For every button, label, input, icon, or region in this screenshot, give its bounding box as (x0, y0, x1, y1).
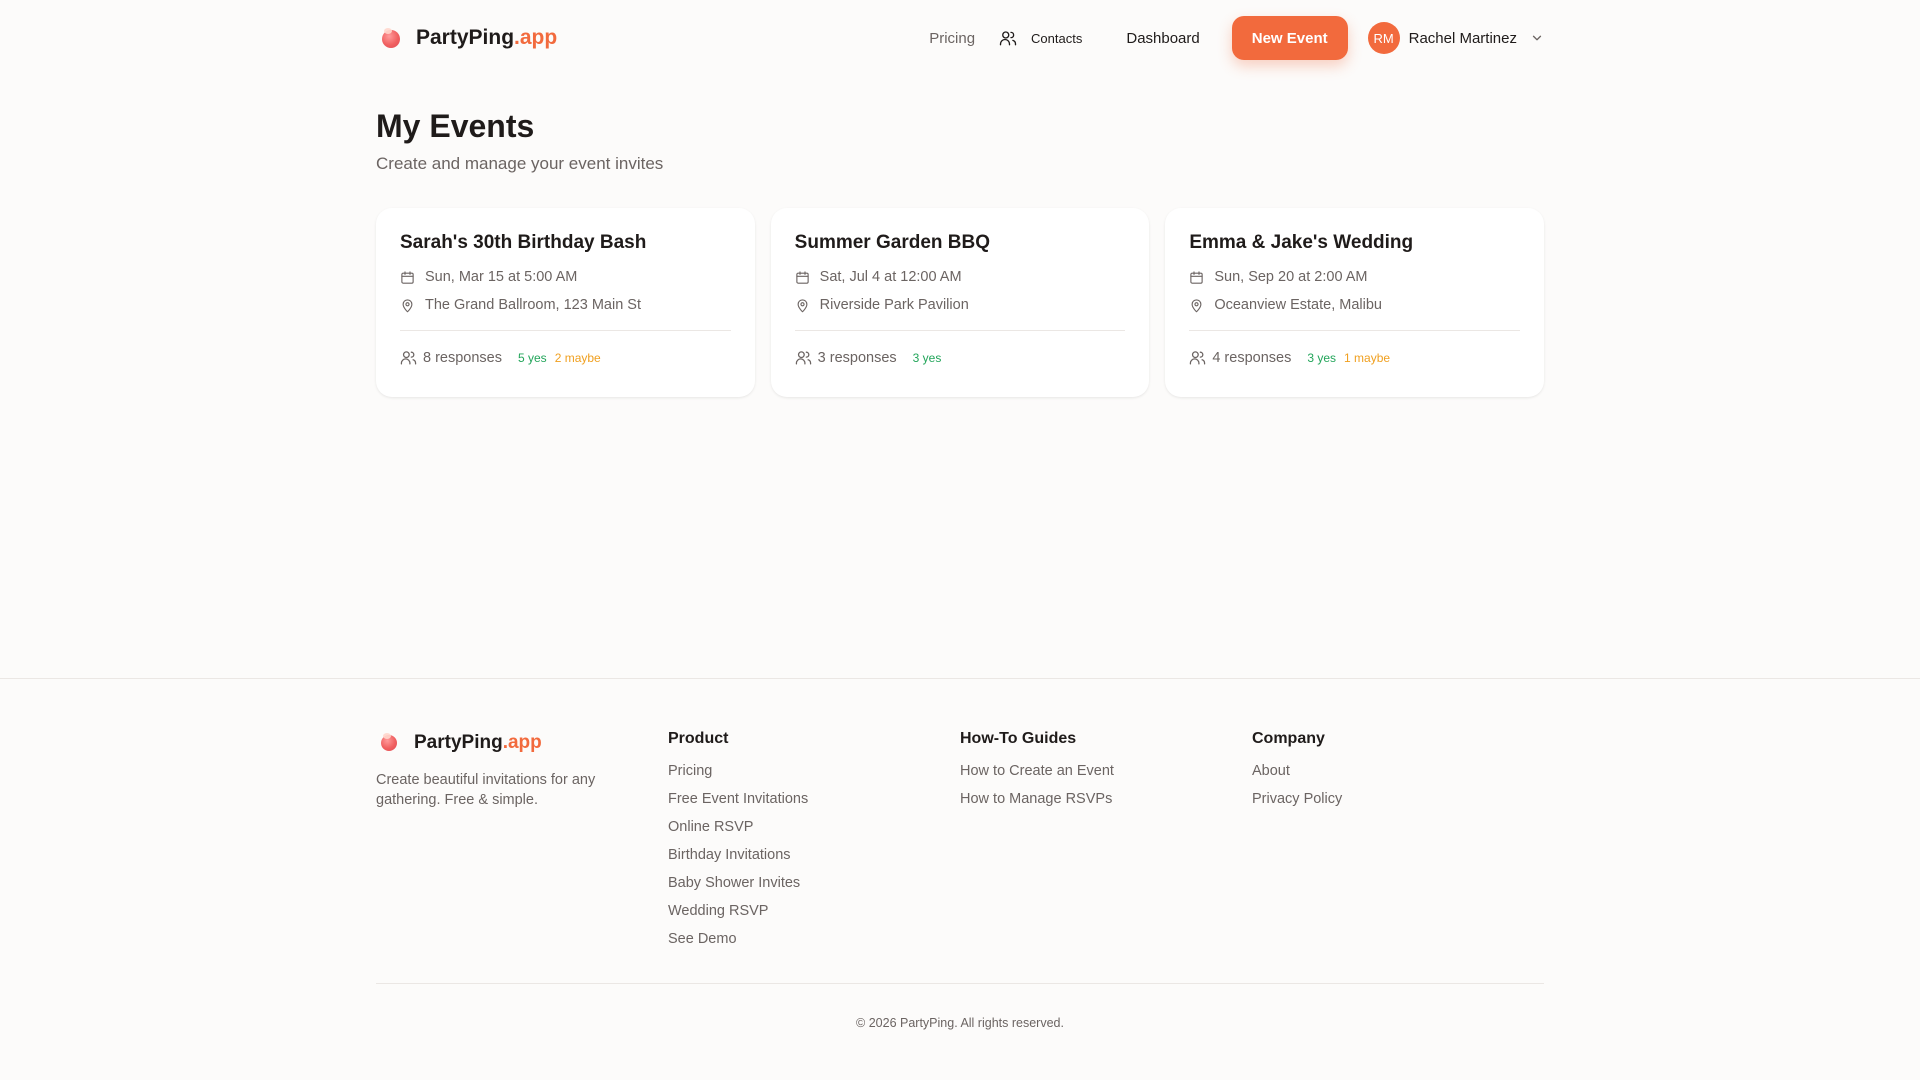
nav-dashboard-link[interactable]: Dashboard (1126, 30, 1199, 47)
footer-brand: PartyPing.app Create beautiful invitatio… (376, 730, 668, 958)
nav-contacts-label: Contacts (1031, 30, 1083, 46)
users-icon (999, 31, 1017, 46)
event-responses: 4 responses 3 yes 1 maybe (1189, 349, 1520, 366)
calendar-icon (401, 270, 414, 284)
card-divider (400, 330, 731, 331)
event-location-text: Riverside Park Pavilion (819, 297, 969, 313)
users-icon (400, 351, 417, 365)
chevron-down-icon (1526, 31, 1544, 45)
copyright: © 2026 PartyPing. All rights reserved. (856, 1016, 1064, 1030)
user-name: Rachel Martinez (1408, 29, 1517, 47)
footer-bottom-divider (376, 983, 1544, 984)
event-date-text: Sun, Sep 20 at 2:00 AM (1214, 269, 1368, 285)
footer-heading: Company (1252, 730, 1325, 747)
event-date: Sat, Jul 4 at 12:00 AM (795, 268, 1126, 286)
event-location: Riverside Park Pavilion (795, 296, 1126, 314)
yes-count: 3 yes (1307, 350, 1337, 365)
logo-text: PartyPing.app (414, 732, 542, 753)
card-divider (1189, 330, 1521, 331)
footer-link-wedding-rsvp[interactable]: Wedding RSVP (668, 902, 960, 930)
footer-product: Product Pricing Free Event Invitations O… (668, 730, 960, 958)
page-subtitle: Create and manage your event invites (376, 154, 664, 173)
responses-count: 4 responses (1212, 349, 1292, 366)
users-icon (1190, 351, 1206, 365)
main-nav: Pricing Contacts Dashboard New Event RM … (929, 16, 1544, 60)
event-date: Sun, Sep 20 at 2:00 AM (1189, 268, 1520, 286)
calendar-icon (795, 270, 809, 284)
footer-link-privacy[interactable]: Privacy Policy (1252, 790, 1544, 818)
footer-company: Company About Privacy Policy (1252, 730, 1544, 958)
event-date-text: Sat, Jul 4 at 12:00 AM (819, 269, 962, 285)
event-card[interactable]: Summer Garden BBQ Sat, Jul 4 at 12:00 AM… (770, 208, 1150, 397)
event-responses: 8 responses 5 yes 2 maybe (400, 349, 731, 366)
logo-text: PartyPing.app (416, 26, 558, 49)
avatar: RM (1367, 22, 1400, 54)
yes-count: 5 yes (518, 350, 547, 365)
logo[interactable]: PartyPing.app (376, 24, 557, 52)
map-pin-icon (402, 298, 413, 312)
page-title: My Events (376, 108, 535, 144)
footer-link-free-invitations[interactable]: Free Event Invitations (668, 790, 960, 818)
calendar-icon (1190, 270, 1204, 284)
footer-divider (0, 678, 1920, 679)
event-date: Sun, Mar 15 at 5:00 AM (400, 268, 731, 286)
event-card[interactable]: Emma & Jake's Wedding Sun, Sep 20 at 2:0… (1165, 208, 1545, 397)
event-location: The Grand Ballroom, 123 Main St (400, 296, 731, 314)
new-event-button[interactable]: New Event (1231, 16, 1348, 60)
event-date-text: Sun, Mar 15 at 5:00 AM (425, 269, 578, 285)
responses-count: 8 responses (423, 349, 502, 366)
maybe-count: 1 maybe (1344, 350, 1391, 365)
peach-logo-icon (376, 24, 404, 52)
footer-link-manage-rsvps[interactable]: How to Manage RSVPs (960, 790, 1252, 818)
footer-link-see-demo[interactable]: See Demo (668, 930, 960, 958)
map-pin-icon (797, 298, 808, 312)
site-header: PartyPing.app Pricing Contacts Dashboard… (376, 0, 1544, 76)
event-title: Emma & Jake's Wedding (1189, 232, 1414, 253)
site-footer: PartyPing.app Create beautiful invitatio… (376, 730, 1544, 958)
footer-heading: How-To Guides (960, 730, 1077, 747)
footer-description: Create beautiful invitations for any gat… (376, 772, 596, 808)
peach-logo-icon (376, 730, 402, 756)
event-title: Sarah's 30th Birthday Bash (400, 232, 647, 253)
card-divider (794, 330, 1126, 331)
event-title: Summer Garden BBQ (794, 232, 990, 253)
event-location-text: The Grand Ballroom, 123 Main St (425, 297, 641, 313)
event-list: Sarah's 30th Birthday Bash Sun, Mar 15 a… (376, 208, 1545, 397)
footer-link-birthday[interactable]: Birthday Invitations (668, 846, 960, 874)
event-responses: 3 responses 3 yes (795, 349, 1126, 366)
nav-contacts-link[interactable]: Contacts (999, 29, 1082, 47)
footer-link-baby-shower[interactable]: Baby Shower Invites (668, 874, 960, 902)
user-menu[interactable]: RM Rachel Martinez (1367, 22, 1544, 54)
maybe-count: 2 maybe (554, 350, 601, 365)
event-location-text: Oceanview Estate, Malibu (1214, 297, 1382, 313)
nav-pricing-link[interactable]: Pricing (929, 30, 975, 47)
map-pin-icon (1191, 298, 1202, 312)
yes-count: 3 yes (912, 350, 942, 365)
footer-link-create-event[interactable]: How to Create an Event (960, 762, 1252, 790)
footer-logo[interactable]: PartyPing.app (376, 730, 668, 756)
footer-link-pricing[interactable]: Pricing (668, 762, 960, 790)
event-location: Oceanview Estate, Malibu (1189, 296, 1520, 314)
footer-link-online-rsvp[interactable]: Online RSVP (668, 818, 960, 846)
footer-link-about[interactable]: About (1252, 762, 1544, 790)
event-card[interactable]: Sarah's 30th Birthday Bash Sun, Mar 15 a… (376, 208, 755, 397)
footer-heading: Product (668, 730, 729, 747)
footer-guides: How-To Guides How to Create an Event How… (960, 730, 1252, 958)
users-icon (795, 351, 811, 365)
responses-count: 3 responses (817, 349, 897, 366)
